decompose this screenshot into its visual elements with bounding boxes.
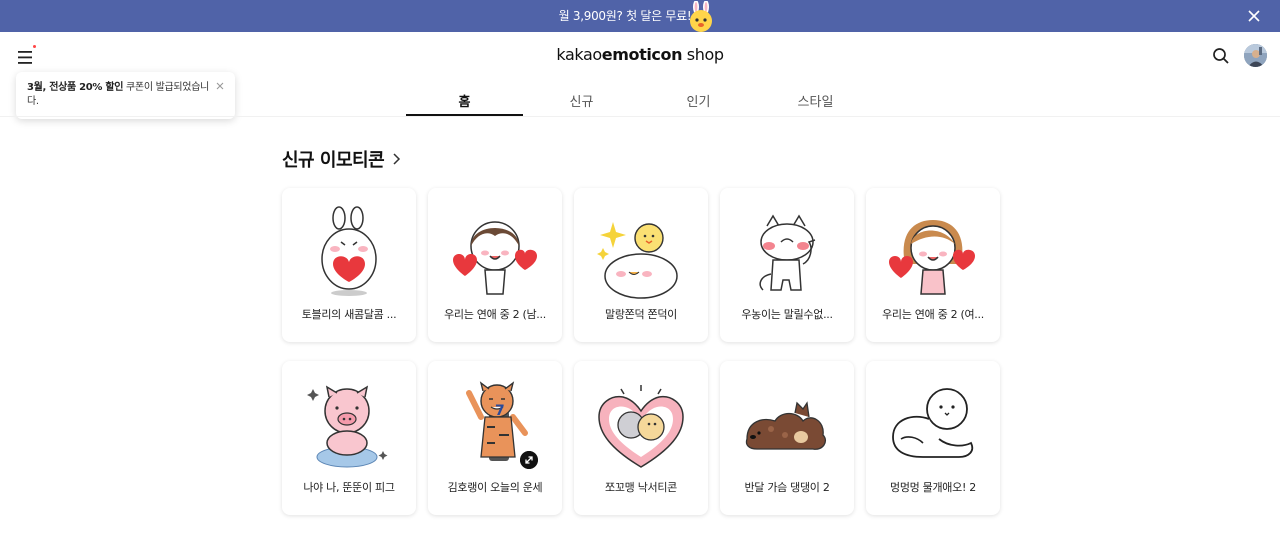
emoticon-card[interactable]: 우농이는 말릴수없...	[720, 188, 854, 342]
tab-new[interactable]: 신규	[523, 82, 640, 116]
emoticon-title: 우리는 연애 중 2 (남...	[444, 308, 546, 321]
seal-outline-sticker	[892, 388, 974, 458]
close-icon[interactable]	[214, 80, 226, 92]
emoticon-card[interactable]: 나야 나, 뚠뚠이 피그	[282, 361, 416, 515]
emoticon-title: 멍멍멍 물개애오! 2	[890, 481, 976, 494]
emoticon-card[interactable]: 우리는 연애 중 2 (남...	[428, 188, 562, 342]
emoticon-title: 우농이는 말릴수없...	[741, 308, 833, 321]
tabs-divider	[0, 116, 1280, 117]
emoticon-title: 우리는 연애 중 2 (여...	[882, 308, 984, 321]
promo-banner[interactable]: 월 3,900원? 첫 달은 무료!	[0, 0, 1280, 32]
user-avatar[interactable]	[1244, 44, 1267, 67]
tab-style[interactable]: 스타일	[757, 82, 874, 116]
cat-thumbsup-sticker	[759, 214, 816, 291]
emoticon-card[interactable]: 쪼꼬맹 낙서티콘	[574, 361, 708, 515]
emoticon-title: 토블리의 새콤달콤 ...	[301, 308, 397, 321]
tab-popular[interactable]: 인기	[640, 82, 757, 116]
girl-hearts-sticker	[889, 220, 975, 295]
search-icon[interactable]	[1212, 47, 1230, 65]
section-title-link[interactable]: 신규 이모티콘	[282, 146, 402, 172]
emoticon-card[interactable]: 멍멍멍 물개애오! 2	[866, 361, 1000, 515]
brand-bold: emoticon	[601, 45, 683, 64]
emoticon-title: 김호랭이 오늘의 운세	[447, 481, 543, 494]
bunny-mascot-icon	[690, 1, 712, 32]
bunny-heart-sticker	[321, 206, 377, 296]
brand-logo[interactable]: kakaoemoticon shop	[0, 45, 1280, 64]
close-icon[interactable]	[1244, 6, 1264, 26]
emoticon-card[interactable]: 말랑쫀덕 쫀덕이	[574, 188, 708, 342]
main-tabs: 홈 신규 인기 스타일	[406, 82, 874, 116]
emoticon-card[interactable]: 7 김호랭이 오늘의 운세	[428, 361, 562, 515]
pig-sticker	[307, 385, 388, 468]
tab-home[interactable]: 홈	[406, 82, 523, 116]
section-title: 신규 이모티콘	[282, 150, 385, 171]
coupon-toast-bold: 3월, 전상품 20% 할인	[27, 82, 124, 93]
chevron-right-icon	[393, 153, 401, 165]
promo-text[interactable]: 월 3,900원? 첫 달은 무료!	[0, 7, 1280, 24]
boy-hearts-sticker	[453, 221, 537, 295]
emoticon-grid: 토블리의 새콤달콤 ... 우리는 연애 중 2 (남... 말랑쫀덕 쫀덕이 …	[282, 188, 1002, 515]
emoticon-title: 쪼꼬맹 낙서티콘	[605, 481, 677, 494]
coupon-toast: 3월, 전상품 20% 할인 쿠폰이 발급되었습니다.	[16, 72, 235, 119]
brand-light: kakao	[556, 45, 602, 64]
emoticon-card[interactable]: 우리는 연애 중 2 (여...	[866, 188, 1000, 342]
svg-text:7: 7	[495, 403, 505, 419]
emoticon-title: 나야 나, 뚠뚠이 피그	[303, 481, 395, 494]
emoticon-title: 말랑쫀덕 쫀덕이	[605, 308, 677, 321]
emoticon-title: 반달 가슴 댕댕이 2	[744, 481, 830, 494]
brand-suffix: shop	[682, 45, 724, 64]
heart-couple-sticker	[598, 385, 684, 468]
emoticon-card[interactable]: 토블리의 새콤달콤 ...	[282, 188, 416, 342]
seal-chick-sticker	[597, 222, 678, 299]
emoticon-card[interactable]: 반달 가슴 댕댕이 2	[720, 361, 854, 515]
animated-icon	[520, 451, 538, 469]
puppy-sticker	[745, 401, 827, 450]
